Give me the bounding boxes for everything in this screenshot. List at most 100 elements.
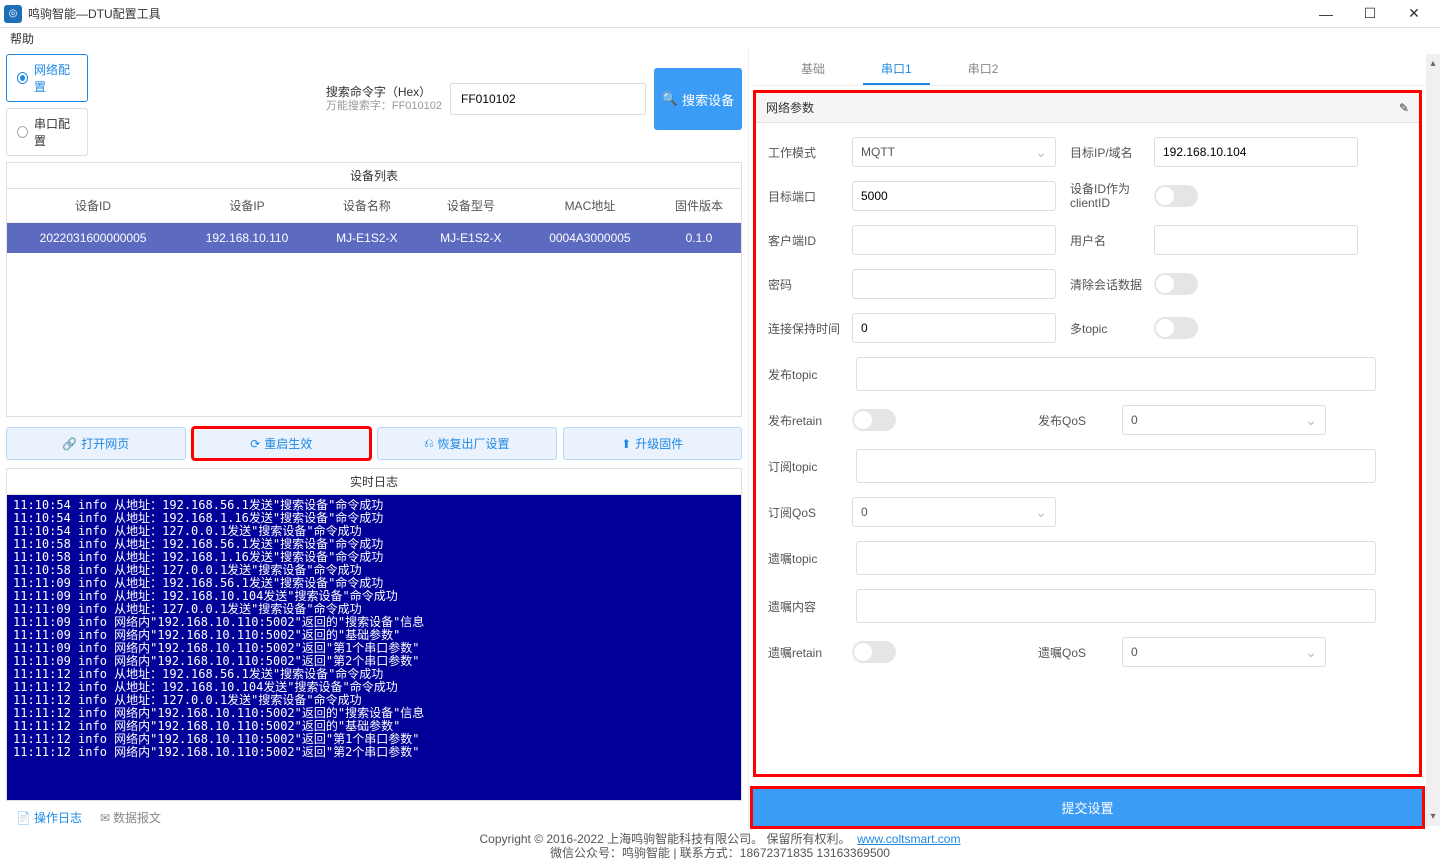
pubqos-select[interactable]: 0 bbox=[1122, 405, 1326, 435]
label: 打开网页 bbox=[81, 435, 129, 452]
willtopic-label: 遗嘱topic bbox=[768, 550, 842, 567]
devid-clientid-switch[interactable] bbox=[1154, 185, 1198, 207]
menu-help[interactable]: 帮助 bbox=[10, 32, 34, 46]
tab-serial1[interactable]: 串口1 bbox=[863, 54, 930, 85]
radio-dot-icon bbox=[17, 126, 28, 138]
scroll-down-icon[interactable]: ▾ bbox=[1430, 811, 1435, 822]
work-mode-label: 工作模式 bbox=[768, 144, 842, 161]
cell: MJ-E1S2-X bbox=[315, 223, 419, 254]
willcontent-input[interactable] bbox=[856, 589, 1376, 623]
restart-button[interactable]: ⟳重启生效 bbox=[192, 427, 372, 460]
scrollbar[interactable]: ▴ ▾ bbox=[1426, 54, 1440, 826]
upgrade-button[interactable]: ⬆ 升级固件 bbox=[563, 427, 743, 460]
label: 恢复出厂设置 bbox=[438, 435, 510, 452]
value: MQTT bbox=[861, 145, 895, 159]
value: 0 bbox=[861, 505, 868, 519]
device-table: 设备ID 设备IP 设备名称 设备型号 MAC地址 固件版本 202203160… bbox=[6, 188, 742, 417]
footer-copyright: Copyright © 2016-2022 上海鸣驹智能科技有限公司。 保留所有… bbox=[480, 832, 851, 846]
col-device-model: 设备型号 bbox=[419, 189, 523, 223]
tab-serial2[interactable]: 串口2 bbox=[950, 54, 1017, 85]
col-device-fw: 固件版本 bbox=[657, 189, 741, 223]
minimize-button[interactable]: — bbox=[1304, 0, 1348, 28]
tab-ops-log[interactable]: 📄操作日志 bbox=[16, 809, 82, 826]
col-device-name: 设备名称 bbox=[315, 189, 419, 223]
radio-network-config[interactable]: 网络配置 bbox=[6, 54, 88, 102]
value: 0 bbox=[1131, 645, 1138, 659]
scroll-up-icon[interactable]: ▴ bbox=[1430, 58, 1435, 69]
willretain-switch[interactable] bbox=[852, 641, 896, 663]
footer: Copyright © 2016-2022 上海鸣驹智能科技有限公司。 保留所有… bbox=[0, 830, 1440, 860]
label: 操作日志 bbox=[34, 809, 82, 826]
label: 重启生效 bbox=[264, 435, 312, 452]
willretain-label: 遗嘱retain bbox=[768, 644, 842, 661]
clear-session-label: 清除会话数据 bbox=[1070, 276, 1144, 293]
factory-reset-button[interactable]: ⎌ 恢复出厂设置 bbox=[377, 427, 557, 460]
pubtopic-label: 发布topic bbox=[768, 366, 842, 383]
footer-link[interactable]: www.coltsmart.com bbox=[857, 832, 960, 846]
submit-settings-button[interactable]: 提交设置 bbox=[753, 789, 1422, 826]
subtopic-input[interactable] bbox=[856, 449, 1376, 483]
subtopic-label: 订阅topic bbox=[768, 458, 842, 475]
search-icon: 🔍 bbox=[662, 91, 678, 107]
edit-icon[interactable]: ✎ bbox=[1399, 101, 1409, 115]
multitopic-label: 多topic bbox=[1070, 320, 1144, 337]
search-input[interactable] bbox=[450, 83, 646, 115]
cell: 0.1.0 bbox=[657, 223, 741, 254]
table-row[interactable]: 2022031600000005 192.168.10.110 MJ-E1S2-… bbox=[7, 223, 741, 254]
col-device-mac: MAC地址 bbox=[523, 189, 657, 223]
footer-contact: 微信公众号：鸣驹智能 | 联系方式：18672371835 1316336950… bbox=[0, 846, 1440, 860]
search-label: 搜索命令字（Hex） bbox=[326, 85, 442, 99]
subqos-select[interactable]: 0 bbox=[852, 497, 1056, 527]
pubretain-switch[interactable] bbox=[852, 409, 896, 431]
radio-network-label: 网络配置 bbox=[34, 61, 77, 95]
label: 数据报文 bbox=[113, 809, 161, 826]
search-sublabel: 万能搜索字：FF010102 bbox=[326, 99, 442, 113]
username-input[interactable] bbox=[1154, 225, 1358, 255]
panel-title: 网络参数 bbox=[766, 99, 814, 116]
target-port-input[interactable] bbox=[852, 181, 1056, 211]
log-box: 11:10:54 info 从地址：192.168.56.1发送"搜索设备"命令… bbox=[6, 494, 742, 801]
search-device-button[interactable]: 🔍 搜索设备 bbox=[654, 68, 742, 130]
willqos-label: 遗嘱QoS bbox=[1038, 644, 1112, 661]
mail-icon: ✉ bbox=[100, 811, 110, 825]
multitopic-switch[interactable] bbox=[1154, 317, 1198, 339]
clientid-label: 客户端ID bbox=[768, 232, 842, 249]
target-ip-label: 目标IP/域名 bbox=[1070, 144, 1144, 161]
target-ip-input[interactable] bbox=[1154, 137, 1358, 167]
close-button[interactable]: ✕ bbox=[1392, 0, 1436, 28]
willcontent-label: 遗嘱内容 bbox=[768, 598, 842, 615]
col-device-id: 设备ID bbox=[7, 189, 179, 223]
radio-serial-label: 串口配置 bbox=[34, 115, 77, 149]
log-icon: 📄 bbox=[16, 811, 31, 825]
keepalive-input[interactable] bbox=[852, 313, 1056, 343]
cell: 2022031600000005 bbox=[7, 223, 179, 254]
upgrade-icon: ⬆ bbox=[621, 437, 631, 451]
tab-raw-log[interactable]: ✉数据报文 bbox=[100, 809, 161, 826]
pubqos-label: 发布QoS bbox=[1038, 412, 1112, 429]
col-device-ip: 设备IP bbox=[179, 189, 315, 223]
work-mode-select[interactable]: MQTT bbox=[852, 137, 1056, 167]
label: 升级固件 bbox=[635, 435, 683, 452]
cell: 0004A3000005 bbox=[523, 223, 657, 254]
willqos-select[interactable]: 0 bbox=[1122, 637, 1326, 667]
willtopic-input[interactable] bbox=[856, 541, 1376, 575]
radio-serial-config[interactable]: 串口配置 bbox=[6, 108, 88, 156]
value: 0 bbox=[1131, 413, 1138, 427]
search-btn-label: 搜索设备 bbox=[682, 90, 734, 109]
window-title: 鸣驹智能—DTU配置工具 bbox=[28, 5, 1304, 22]
pubtopic-input[interactable] bbox=[856, 357, 1376, 391]
cell: MJ-E1S2-X bbox=[419, 223, 523, 254]
app-logo-icon: ◎ bbox=[4, 5, 22, 23]
titlebar: ◎ 鸣驹智能—DTU配置工具 — ☐ ✕ bbox=[0, 0, 1440, 28]
keepalive-label: 连接保持时间 bbox=[768, 320, 842, 337]
radio-dot-icon bbox=[17, 72, 28, 84]
password-input[interactable] bbox=[852, 269, 1056, 299]
clear-session-switch[interactable] bbox=[1154, 273, 1198, 295]
factory-icon: ⎌ bbox=[424, 436, 434, 451]
panel-header: 网络参数 ✎ bbox=[756, 93, 1419, 123]
maximize-button[interactable]: ☐ bbox=[1348, 0, 1392, 28]
tab-basic[interactable]: 基础 bbox=[783, 54, 843, 85]
open-web-button[interactable]: 🔗 打开网页 bbox=[6, 427, 186, 460]
clientid-input[interactable] bbox=[852, 225, 1056, 255]
link-icon: 🔗 bbox=[62, 437, 77, 451]
